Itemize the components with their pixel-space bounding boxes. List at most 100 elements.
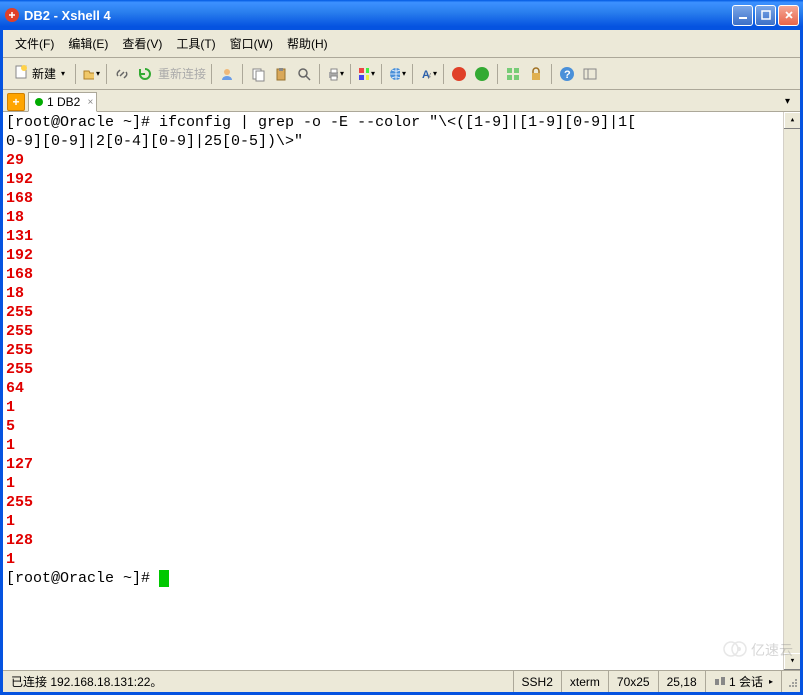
cursor: [159, 570, 169, 587]
menu-view[interactable]: 查看(V): [116, 32, 168, 55]
output-line: 255: [6, 341, 797, 360]
window-controls: [732, 5, 799, 26]
dropdown-arrow-icon: ▾: [61, 69, 65, 78]
tabs-dropdown-button[interactable]: ▾: [779, 94, 796, 109]
status-size: 70x25: [609, 671, 659, 692]
window-title: DB2 - Xshell 4: [24, 8, 732, 23]
paste-button[interactable]: [271, 64, 291, 84]
color-button[interactable]: ▾: [356, 64, 376, 84]
close-button[interactable]: [778, 5, 799, 26]
menu-tools[interactable]: 工具(T): [170, 32, 221, 55]
tabbar: + 1 DB2 × ▾: [3, 90, 800, 112]
separator: [497, 64, 498, 84]
menubar: 文件(F) 编辑(E) 查看(V) 工具(T) 窗口(W) 帮助(H): [3, 30, 800, 58]
add-tab-button[interactable]: +: [7, 93, 25, 111]
separator: [381, 64, 382, 84]
output-line: 1: [6, 474, 797, 493]
output-line: 18: [6, 284, 797, 303]
menu-edit[interactable]: 编辑(E): [62, 32, 114, 55]
window-body: 文件(F) 编辑(E) 查看(V) 工具(T) 窗口(W) 帮助(H) 新建 ▾…: [0, 30, 803, 695]
tab-label: 1 DB2: [47, 95, 80, 109]
maximize-button[interactable]: [755, 5, 776, 26]
menu-help[interactable]: 帮助(H): [281, 32, 334, 55]
new-button[interactable]: 新建 ▾: [8, 61, 70, 86]
output-line: 127: [6, 455, 797, 474]
prompt-2: [root@Oracle ~]#: [6, 570, 159, 587]
cmd-text-1: ifconfig | grep -o -E --color "\<([1-9]|…: [159, 114, 636, 131]
output-line: 1: [6, 550, 797, 569]
status-protocol: SSH2: [514, 671, 562, 692]
xshell-button[interactable]: [449, 64, 469, 84]
output-line: 192: [6, 246, 797, 265]
scrollbar-vertical[interactable]: ▴ ▾: [783, 112, 800, 670]
output-line: 255: [6, 322, 797, 341]
font-button[interactable]: AA▾: [418, 64, 438, 84]
new-label: 新建: [32, 65, 56, 82]
sessions-count-icon: [714, 674, 726, 689]
open-button[interactable]: ▾: [81, 64, 101, 84]
profile-button[interactable]: [217, 64, 237, 84]
minimize-button[interactable]: [732, 5, 753, 26]
prompt: [root@Oracle ~]#: [6, 114, 159, 131]
reconnect-button[interactable]: [135, 64, 155, 84]
link-button[interactable]: [112, 64, 132, 84]
output-line: 1: [6, 436, 797, 455]
output-line: 131: [6, 227, 797, 246]
output-line: 18: [6, 208, 797, 227]
svg-text:?: ?: [564, 69, 571, 81]
separator: [319, 64, 320, 84]
output-line: 255: [6, 360, 797, 379]
output-line: 1: [6, 512, 797, 531]
output-line: 1: [6, 398, 797, 417]
separator: [551, 64, 552, 84]
separator: [350, 64, 351, 84]
menu-window[interactable]: 窗口(W): [224, 32, 279, 55]
statusbar: 已连接 192.168.18.131:22。 SSH2 xterm 70x25 …: [3, 670, 800, 692]
terminal[interactable]: [root@Oracle ~]# ifconfig | grep -o -E -…: [3, 112, 800, 670]
search-button[interactable]: [294, 64, 314, 84]
status-cursor: 25,18: [659, 671, 706, 692]
status-connection: 已连接 192.168.18.131:22。: [3, 671, 514, 692]
svg-text:A: A: [428, 72, 431, 81]
xftp-button[interactable]: [472, 64, 492, 84]
reconnect-label: 重新连接: [158, 65, 206, 82]
separator: [75, 64, 76, 84]
separator: [443, 64, 444, 84]
menu-file[interactable]: 文件(F): [9, 32, 60, 55]
new-doc-icon: [13, 64, 29, 83]
output-line: 168: [6, 265, 797, 284]
app-icon: [4, 7, 20, 23]
tab-close-icon[interactable]: ×: [88, 97, 94, 108]
output-line: 192: [6, 170, 797, 189]
help-button[interactable]: ?: [557, 64, 577, 84]
scroll-track[interactable]: [784, 129, 800, 653]
copy-button[interactable]: [248, 64, 268, 84]
status-term: xterm: [562, 671, 609, 692]
output-line: 5: [6, 417, 797, 436]
scroll-up-icon[interactable]: ▴: [784, 112, 800, 129]
cmd-line-2: 0-9][0-9]|2[0-4][0-9]|25[0-5])\>": [6, 132, 797, 151]
print-button[interactable]: ▾: [325, 64, 345, 84]
cmd-line-prompt2: [root@Oracle ~]#: [6, 569, 797, 588]
cmd-line-1: [root@Oracle ~]# ifconfig | grep -o -E -…: [6, 113, 797, 132]
tab-db2[interactable]: 1 DB2 ×: [28, 92, 97, 112]
lock-button[interactable]: [526, 64, 546, 84]
separator: [211, 64, 212, 84]
toolbar: 新建 ▾ ▾ 重新连接 ▾ ▾ ▾ AA▾ ?: [3, 58, 800, 90]
connected-indicator-icon: [35, 98, 43, 106]
sidebar-button[interactable]: [580, 64, 600, 84]
globe-button[interactable]: ▾: [387, 64, 407, 84]
status-sessions: 1 会话 ▸: [706, 671, 782, 692]
resize-grip-icon[interactable]: [782, 674, 800, 690]
titlebar: DB2 - Xshell 4: [0, 0, 803, 30]
separator: [106, 64, 107, 84]
output-line: 255: [6, 493, 797, 512]
output-line: 29: [6, 151, 797, 170]
sessions-dd-icon[interactable]: ▸: [769, 677, 773, 686]
tile-button[interactable]: [503, 64, 523, 84]
output-line: 64: [6, 379, 797, 398]
output-line: 168: [6, 189, 797, 208]
output-line: 128: [6, 531, 797, 550]
output-line: 255: [6, 303, 797, 322]
scroll-down-icon[interactable]: ▾: [784, 653, 800, 670]
